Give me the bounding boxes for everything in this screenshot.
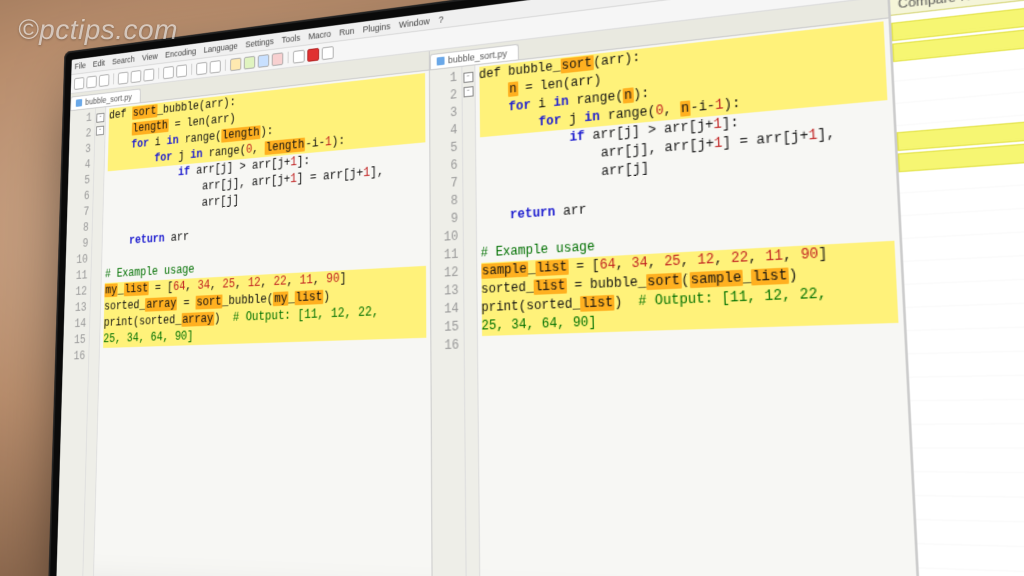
- toolbar-record-icon[interactable]: [307, 47, 319, 61]
- toolbar-separator: [191, 64, 192, 75]
- fold-minus-icon[interactable]: -: [463, 86, 473, 97]
- toolbar-hidden-chars-icon[interactable]: [272, 52, 284, 66]
- menu-settings[interactable]: Settings: [245, 36, 273, 49]
- editor-panes: bubble_sort.py 12345678910111213141516 -…: [56, 0, 921, 576]
- menu-view[interactable]: View: [142, 51, 158, 62]
- menu-encoding[interactable]: Encoding: [165, 46, 196, 59]
- right-pane: bubble_sort.py 12345678910111213141516 -…: [429, 0, 920, 576]
- toolbar-cut-icon[interactable]: [118, 71, 129, 84]
- menu-plugins[interactable]: Plugins: [363, 21, 391, 34]
- menu-run[interactable]: Run: [339, 26, 354, 38]
- left-editor[interactable]: 12345678910111213141516 - - def sort_bub…: [56, 71, 431, 576]
- toolbar-separator: [113, 73, 114, 84]
- toolbar-copy-icon[interactable]: [131, 70, 142, 83]
- work-area: bubble_sort.py 12345678910111213141516 -…: [56, 0, 1024, 576]
- menu-macro[interactable]: Macro: [308, 29, 331, 42]
- toolbar-zoom-in-icon[interactable]: [230, 57, 241, 71]
- photo-scene: ©pctips.com FileEditSearchViewEncodingLa…: [0, 0, 1024, 576]
- fold-minus-icon[interactable]: -: [96, 126, 104, 136]
- toolbar-save-icon[interactable]: [99, 73, 110, 86]
- toolbar-find-icon[interactable]: [196, 61, 207, 75]
- right-editor[interactable]: 12345678910111213141516 - - def bubble_s…: [429, 19, 919, 576]
- toolbar-separator: [288, 52, 289, 64]
- screen: File Edit Search View Encoding Language Settin…: [56, 0, 1024, 576]
- left-pane: bubble_sort.py 12345678910111213141516 -…: [56, 51, 432, 576]
- menu-[interactable]: ?: [438, 14, 443, 25]
- toolbar-paste-icon[interactable]: [143, 68, 154, 81]
- toolbar-replace-icon[interactable]: [210, 60, 221, 74]
- menu-window[interactable]: Window: [399, 16, 430, 30]
- toolbar-undo-icon[interactable]: [163, 65, 174, 78]
- menu-edit[interactable]: Edit: [93, 58, 105, 69]
- toolbar-wrap-icon[interactable]: [258, 54, 270, 68]
- toolbar-play-icon[interactable]: [322, 46, 334, 60]
- monitor-bezel: File Edit Search View Encoding Language Settin…: [47, 0, 1024, 576]
- right-code-area[interactable]: def bubble_sort(arr): n = len(arr) for i…: [475, 19, 919, 576]
- toolbar-redo-icon[interactable]: [176, 64, 187, 77]
- toolbar-zoom-out-icon[interactable]: [244, 55, 255, 69]
- menu-file[interactable]: File: [75, 61, 86, 71]
- menu-language[interactable]: Language: [204, 41, 238, 55]
- toolbar-separator: [158, 68, 159, 79]
- toolbar-new-icon[interactable]: [74, 77, 84, 90]
- toolbar-macro-icon[interactable]: [293, 49, 305, 63]
- toolbar-separator: [225, 59, 226, 70]
- right-line-gutter: 12345678910111213141516: [429, 67, 466, 576]
- fold-minus-icon[interactable]: -: [96, 113, 104, 123]
- toolbar-open-icon[interactable]: [86, 75, 96, 88]
- menu-search[interactable]: Search: [112, 54, 135, 66]
- menu-tools[interactable]: Tools: [282, 33, 301, 45]
- fold-minus-icon[interactable]: -: [463, 72, 473, 83]
- left-code-area[interactable]: def sort_bubble(arr): length = len(arr) …: [93, 71, 431, 576]
